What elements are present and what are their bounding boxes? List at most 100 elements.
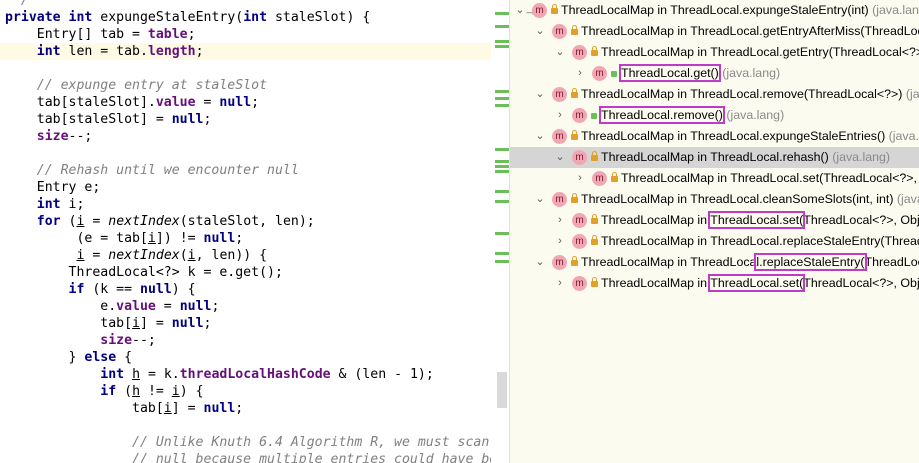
code-token: --;: [132, 333, 156, 348]
code-token: =: [195, 95, 220, 110]
chevron-down-icon[interactable]: ⌄: [534, 126, 546, 147]
code-token: value: [155, 95, 196, 110]
chevron-right-icon[interactable]: ›: [574, 168, 586, 189]
package-label: (java.lang): [722, 108, 785, 122]
change-marker: [495, 260, 509, 263]
code-line[interactable]: tab[i] = null;: [0, 400, 497, 417]
method-icon: m: [592, 171, 607, 186]
call-hierarchy-panel[interactable]: ⌄ → m ThreadLocalMap in ThreadLocal.expunge…: [509, 0, 919, 463]
code-line[interactable]: tab[i] = null;: [0, 315, 497, 332]
chevron-right-icon[interactable]: ›: [554, 231, 566, 252]
change-marker: [495, 104, 509, 107]
method-text: ThreadLocalMap in: [601, 213, 711, 227]
method-text: ThreadLocal<?>, Object, int): [864, 255, 919, 269]
method-text: ThreadLocalMap in ThreadLocal.expungeSta…: [581, 129, 886, 143]
tree-row[interactable]: ⌄ m ThreadLocalMap in ThreadLocal.remove(T…: [510, 84, 919, 105]
private-lock-icon: [591, 235, 598, 245]
code-line[interactable]: [0, 60, 497, 77]
chevron-down-icon[interactable]: ⌄: [534, 189, 546, 210]
tree-row[interactable]: › m ThreadLocal.remove() (java.lang): [510, 105, 919, 126]
code-token: size: [36, 129, 69, 144]
code-token: --;: [68, 129, 93, 144]
code-token: length: [147, 44, 196, 59]
code-line[interactable]: */: [0, 0, 497, 9]
change-marker: [495, 45, 509, 48]
code-line[interactable]: e.value = null;: [0, 298, 497, 315]
change-marker: [495, 148, 509, 151]
tree-row[interactable]: › m ThreadLocal.get() (java.lang): [510, 63, 919, 84]
code-token: null: [140, 282, 172, 297]
code-token: (: [116, 384, 133, 399]
tree-row[interactable]: › m ThreadLocalMap in ThreadLocal.set(Thre…: [510, 273, 919, 294]
code-line[interactable]: } else {: [0, 349, 497, 366]
tree-row[interactable]: › m ThreadLocalMap in ThreadLocal.set(Thre…: [510, 168, 919, 189]
method-icon: m: [572, 213, 587, 228]
method-text: ThreadLocalMap in ThreadLocal.cleanSomeS…: [581, 192, 894, 206]
tree-row-label: ThreadLocal.remove() (java.lang): [599, 105, 785, 126]
change-marker: [495, 12, 509, 15]
code-line[interactable]: tab[staleSlot] = null;: [0, 111, 497, 128]
chevron-right-icon[interactable]: ›: [574, 63, 586, 84]
code-line[interactable]: size--;: [0, 332, 497, 349]
code-token: private: [5, 10, 61, 25]
chevron-right-icon[interactable]: ›: [554, 210, 566, 231]
code-line[interactable]: ThreadLocal<?> k = e.get();: [0, 264, 497, 281]
code-line[interactable]: [0, 417, 497, 434]
code-line[interactable]: Entry e;: [0, 179, 497, 196]
code-line[interactable]: private int expungeStaleEntry(int staleS…: [0, 9, 497, 26]
tree-row[interactable]: ⌄ m ThreadLocalMap in ThreadLocal.getEntry…: [510, 21, 919, 42]
highlighted-method: ThreadLocal.remove(): [599, 106, 725, 124]
code-line[interactable]: if (h != i) {: [0, 383, 497, 400]
tree-row[interactable]: ⌄ m ThreadLocalMap in ThreadLocal.getEntry…: [510, 42, 919, 63]
code-line[interactable]: Entry[] tab = table;: [0, 26, 497, 43]
code-token: ;: [203, 112, 212, 127]
chevron-down-icon[interactable]: ⌄: [534, 252, 546, 273]
tree-row[interactable]: › m ThreadLocalMap in ThreadLocal.set(Thre…: [510, 210, 919, 231]
code-token: nextIndex: [108, 214, 180, 229]
tree-row-selected[interactable]: ⌄ m ThreadLocalMap in ThreadLocal.rehash()…: [510, 147, 919, 168]
code-token: i: [132, 316, 140, 331]
code-token: table: [147, 27, 188, 42]
code-line-text: Entry[] tab = table;: [5, 26, 196, 43]
code-line[interactable]: tab[staleSlot].value = null;: [0, 94, 497, 111]
code-line[interactable]: [0, 145, 497, 162]
code-line[interactable]: size--;: [0, 128, 497, 145]
code-line-text: int h = k.threadLocalHashCode & (len - 1…: [5, 366, 434, 383]
chevron-right-icon[interactable]: ›: [554, 105, 566, 126]
private-lock-icon: [591, 46, 598, 56]
code-line[interactable]: // Rehash until we encounter null: [0, 162, 497, 179]
code-line[interactable]: (e = tab[i]) != null;: [0, 230, 497, 247]
code-token: i;: [60, 197, 85, 212]
chevron-down-icon[interactable]: ⌄: [534, 21, 546, 42]
code-line-text: if (h != i) {: [5, 383, 204, 400]
editor-scrollbar-thumb[interactable]: [497, 372, 507, 408]
code-token: ) {: [179, 384, 204, 399]
tree-row[interactable]: › m ThreadLocalMap in ThreadLocal.replaceS…: [510, 231, 919, 252]
chevron-down-icon[interactable]: ⌄: [534, 84, 546, 105]
chevron-down-icon[interactable]: ⌄: [554, 147, 566, 168]
tree-row[interactable]: ⌄ m ThreadLocalMap in ThreadLocal.expungeS…: [510, 126, 919, 147]
code-line[interactable]: if (k == null) {: [0, 281, 497, 298]
chevron-down-icon[interactable]: ⌄: [554, 42, 566, 63]
change-marker: [495, 190, 509, 193]
tree-row[interactable]: ⌄ m ThreadLocalMap in ThreadLocal.replaceS…: [510, 252, 919, 273]
code-line[interactable]: int i;: [0, 196, 497, 213]
chevron-right-icon[interactable]: ›: [554, 273, 566, 294]
method-icon: m: [552, 192, 567, 207]
private-lock-icon: [611, 172, 618, 182]
method-icon: m: [592, 66, 607, 81]
private-lock-icon: [571, 256, 578, 266]
code-line-current[interactable]: int len = tab.length;: [0, 43, 497, 60]
code-line[interactable]: i = nextIndex(i, len)) {: [0, 247, 497, 264]
code-editor[interactable]: */private int expungeStaleEntry(int stal…: [0, 0, 497, 463]
code-token: for: [36, 214, 61, 229]
code-line[interactable]: for (i = nextIndex(staleSlot, len);: [0, 213, 497, 230]
code-line[interactable]: int h = k.threadLocalHashCode & (len - 1…: [0, 366, 497, 383]
code-token: value: [116, 299, 156, 314]
tree-row[interactable]: ⌄ → m ThreadLocalMap in ThreadLocal.expunge…: [510, 0, 919, 21]
code-line[interactable]: // expunge entry at staleSlot: [0, 77, 497, 94]
tree-row[interactable]: ⌄ m ThreadLocalMap in ThreadLocal.cleanSom…: [510, 189, 919, 210]
code-line[interactable]: // null because multiple entries could h…: [0, 451, 497, 463]
code-line[interactable]: // Unlike Knuth 6.4 Algorithm R, we must…: [0, 434, 497, 451]
